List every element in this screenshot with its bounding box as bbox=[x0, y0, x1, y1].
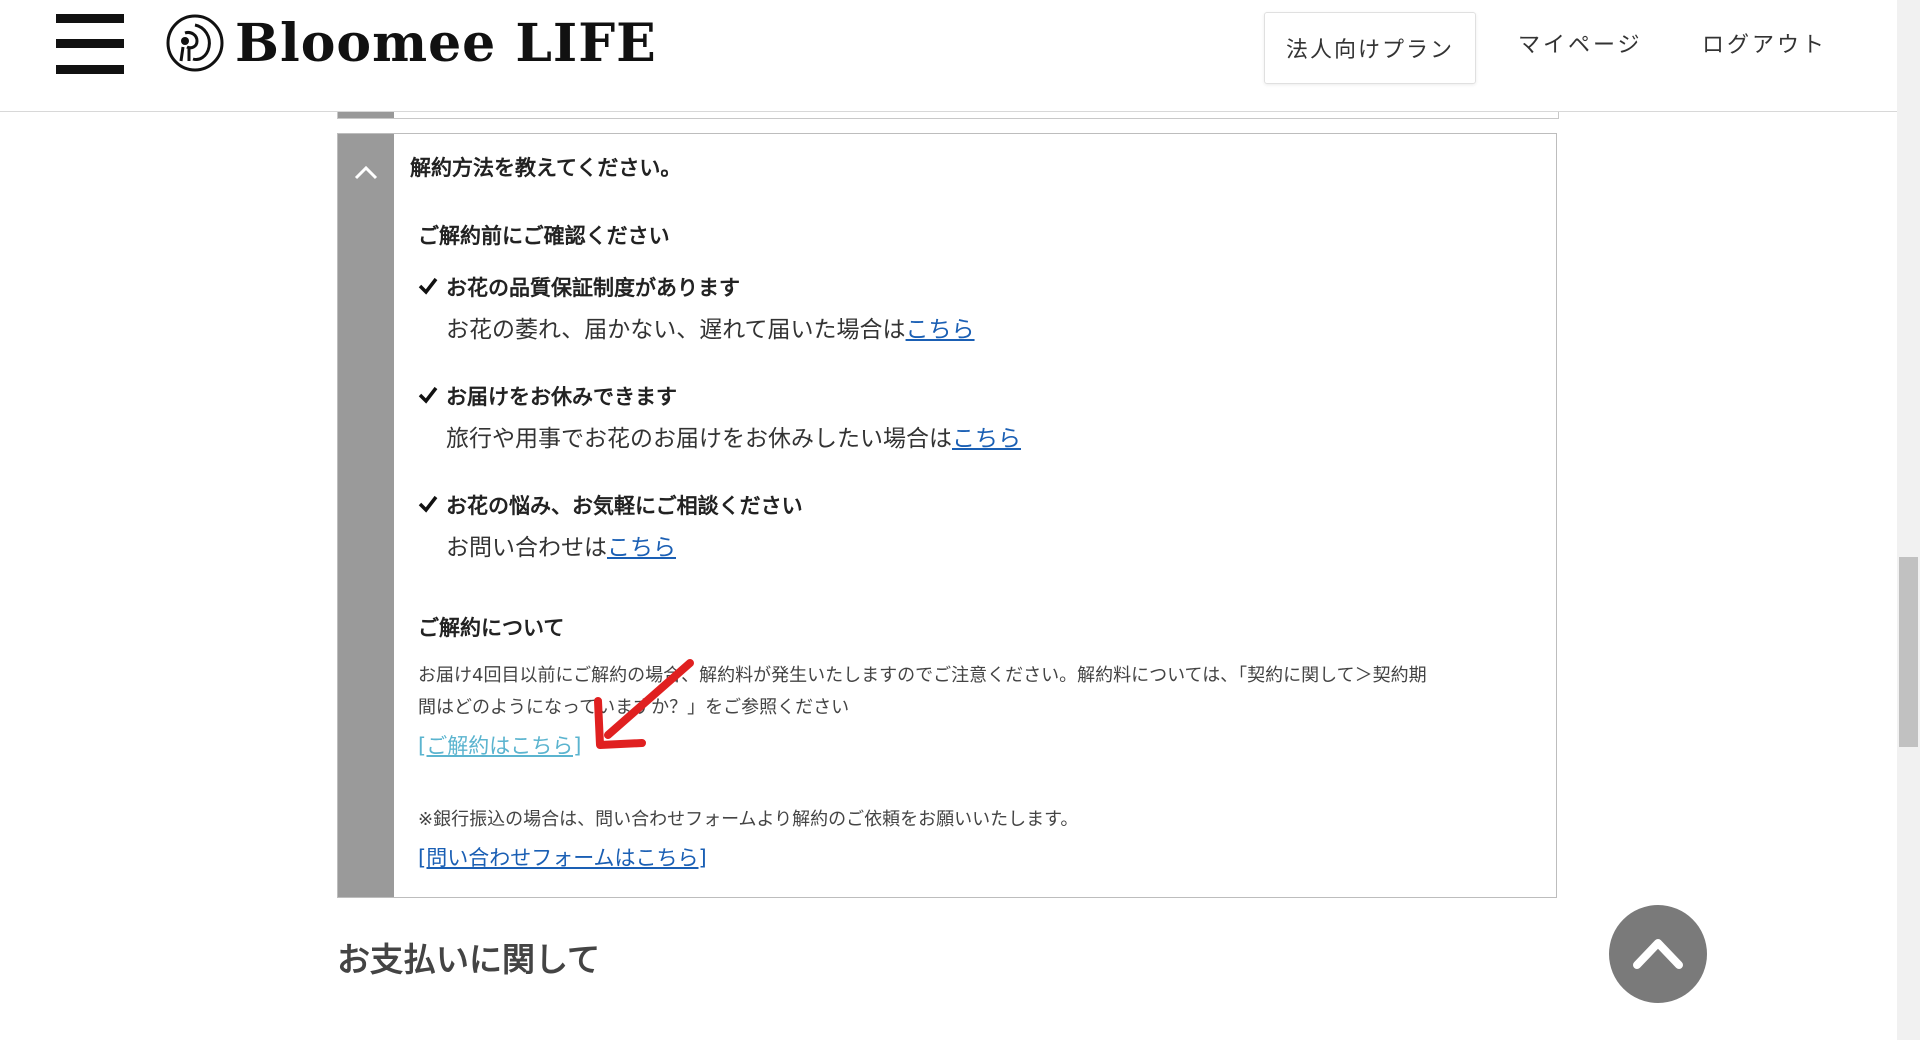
logo-text: Bloomee LIFE bbox=[235, 12, 657, 74]
page-scrollbar[interactable] bbox=[1897, 0, 1920, 1040]
payment-section-heading: お支払いに関して bbox=[337, 940, 601, 979]
faq-item-cancellation: 解約方法を教えてください。 ご解約前にご確認ください お花の品質保証制度がありま… bbox=[337, 133, 1557, 898]
cancel-link[interactable]: [ご解約はこちら] bbox=[418, 730, 581, 760]
check-title: お花の悩み、お気軽にご相談ください bbox=[446, 494, 803, 518]
quality-guarantee-link[interactable]: こちら bbox=[906, 317, 975, 343]
back-to-top-button[interactable] bbox=[1609, 905, 1707, 1003]
logo-icon bbox=[166, 14, 224, 72]
contact-link[interactable]: こちら bbox=[607, 535, 676, 561]
site-header: Bloomee LIFE 法人向けプラン マイページ ログアウト bbox=[0, 0, 1897, 112]
nav-mypage-link[interactable]: マイページ bbox=[1518, 26, 1643, 66]
pause-delivery-link[interactable]: こちら bbox=[952, 426, 1021, 452]
nav-logout-link[interactable]: ログアウト bbox=[1702, 26, 1827, 66]
faq-side-bar bbox=[338, 134, 394, 897]
check-desc-text: お花の萎れ、届かない、遅れて届いた場合は bbox=[446, 317, 906, 343]
check-desc-text: 旅行や用事でお花のお届けをお休みしたい場合は bbox=[446, 426, 952, 452]
check-title: お花の品質保証制度があります bbox=[446, 276, 740, 300]
confirm-title: ご解約前にご確認ください bbox=[418, 224, 670, 248]
arrow-icon bbox=[594, 659, 694, 749]
bank-transfer-note: ※銀行振込の場合は、問い合わせフォームより解約のご依頼をお願いいたします。 bbox=[418, 809, 1079, 830]
check-icon bbox=[418, 386, 438, 404]
site-logo[interactable]: Bloomee LIFE bbox=[165, 10, 657, 76]
scrollbar-thumb[interactable] bbox=[1899, 557, 1918, 747]
check-desc: お花の萎れ、届かない、遅れて届いた場合はこちら bbox=[446, 310, 975, 344]
check-icon bbox=[418, 495, 438, 513]
check-desc: お問い合わせはこちら bbox=[446, 528, 676, 562]
check-desc: 旅行や用事でお花のお届けをお休みしたい場合はこちら bbox=[446, 419, 1021, 453]
about-cancel-title: ご解約について bbox=[418, 616, 565, 640]
faq-question[interactable]: 解約方法を教えてください。 bbox=[410, 152, 681, 182]
check-title: お届けをお休みできます bbox=[446, 385, 677, 409]
business-plan-button[interactable]: 法人向けプラン bbox=[1264, 12, 1476, 84]
chevron-up-icon[interactable] bbox=[351, 158, 381, 188]
check-desc-text: お問い合わせは bbox=[446, 535, 607, 561]
contact-form-link[interactable]: [問い合わせフォームはこちら] bbox=[418, 842, 707, 872]
menu-icon[interactable] bbox=[56, 14, 124, 74]
check-icon bbox=[418, 277, 438, 295]
chevron-up-icon bbox=[1633, 939, 1683, 969]
